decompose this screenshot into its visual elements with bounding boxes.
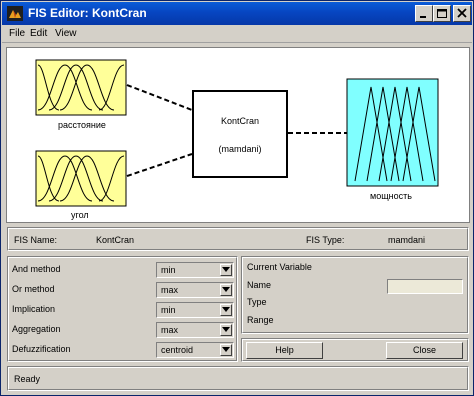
menu-edit[interactable]: Edit bbox=[30, 28, 47, 39]
status-text: Ready bbox=[14, 374, 41, 384]
fis-type-label: FIS Type: bbox=[306, 235, 345, 245]
maximize-button[interactable] bbox=[433, 5, 451, 22]
dropdown-arrow-icon[interactable] bbox=[220, 304, 232, 316]
aggregation-label: Aggregation bbox=[12, 324, 61, 334]
variable-name-field[interactable] bbox=[387, 279, 463, 294]
and-method-value: min bbox=[161, 265, 176, 275]
defuzzification-label: Defuzzification bbox=[12, 344, 71, 354]
dropdown-arrow-icon[interactable] bbox=[220, 344, 232, 356]
fis-name-value: KontCran bbox=[96, 235, 135, 245]
close-icon bbox=[457, 8, 467, 18]
output-variable-moshchnost[interactable] bbox=[346, 78, 439, 187]
aggregation-select[interactable]: max bbox=[156, 322, 234, 338]
close-button[interactable]: Close bbox=[386, 342, 463, 359]
fis-info-panel: FIS Name: KontCran FIS Type: mamdani bbox=[7, 227, 469, 251]
fis-type-value: mamdani bbox=[388, 235, 426, 245]
system-type: (mamdani) bbox=[218, 144, 262, 154]
close-window-button[interactable] bbox=[453, 5, 471, 22]
maximize-icon bbox=[437, 9, 447, 18]
or-method-label: Or method bbox=[12, 284, 55, 294]
minimize-icon bbox=[420, 16, 426, 18]
input1-label: расстояние bbox=[58, 120, 106, 130]
fis-diagram: расстояние угол мощность KontCran (mamda… bbox=[6, 47, 470, 223]
matlab-app-icon bbox=[7, 6, 23, 21]
implication-label: Implication bbox=[12, 304, 56, 314]
defuzzification-select[interactable]: centroid bbox=[156, 342, 234, 358]
dropdown-arrow-icon[interactable] bbox=[220, 264, 232, 276]
menu-file[interactable]: File bbox=[9, 28, 25, 39]
and-method-label: And method bbox=[12, 264, 61, 274]
fis-editor-window: FIS Editor: KontCran File Edit View расс… bbox=[0, 0, 474, 396]
menu-bar: File Edit View bbox=[2, 25, 472, 43]
implication-select[interactable]: min bbox=[156, 302, 234, 318]
window-title: FIS Editor: KontCran bbox=[28, 6, 147, 20]
status-panel: Ready bbox=[7, 366, 469, 391]
fis-system-block[interactable]: KontCran (mamdani) bbox=[192, 90, 288, 178]
and-method-select[interactable]: min bbox=[156, 262, 234, 278]
defuzzification-value: centroid bbox=[161, 345, 194, 355]
menu-view[interactable]: View bbox=[55, 28, 77, 39]
dropdown-arrow-icon[interactable] bbox=[220, 284, 232, 296]
help-button[interactable]: Help bbox=[246, 342, 323, 359]
current-variable-heading: Current Variable bbox=[247, 262, 312, 272]
minimize-button[interactable] bbox=[415, 5, 433, 22]
aggregation-value: max bbox=[161, 325, 179, 335]
or-method-select[interactable]: max bbox=[156, 282, 234, 298]
input-variable-ugol[interactable] bbox=[35, 150, 127, 207]
fis-name-label: FIS Name: bbox=[14, 235, 58, 245]
or-method-value: max bbox=[161, 285, 179, 295]
methods-panel: And method Or method Implication Aggrega… bbox=[7, 256, 238, 362]
system-name: KontCran bbox=[220, 116, 260, 126]
variable-type-label: Type bbox=[247, 297, 267, 307]
output-label: мощность bbox=[370, 191, 412, 201]
input2-connector bbox=[126, 153, 193, 177]
current-variable-panel: Current Variable Name Type Range bbox=[241, 256, 469, 334]
input2-label: угол bbox=[71, 210, 89, 220]
dropdown-arrow-icon[interactable] bbox=[220, 324, 232, 336]
variable-range-label: Range bbox=[247, 315, 274, 325]
input-variable-rasstoyanie[interactable] bbox=[35, 59, 127, 116]
title-bar[interactable]: FIS Editor: KontCran bbox=[2, 2, 472, 25]
input1-connector bbox=[126, 84, 193, 111]
implication-value: min bbox=[161, 305, 176, 315]
variable-name-label: Name bbox=[247, 280, 272, 290]
